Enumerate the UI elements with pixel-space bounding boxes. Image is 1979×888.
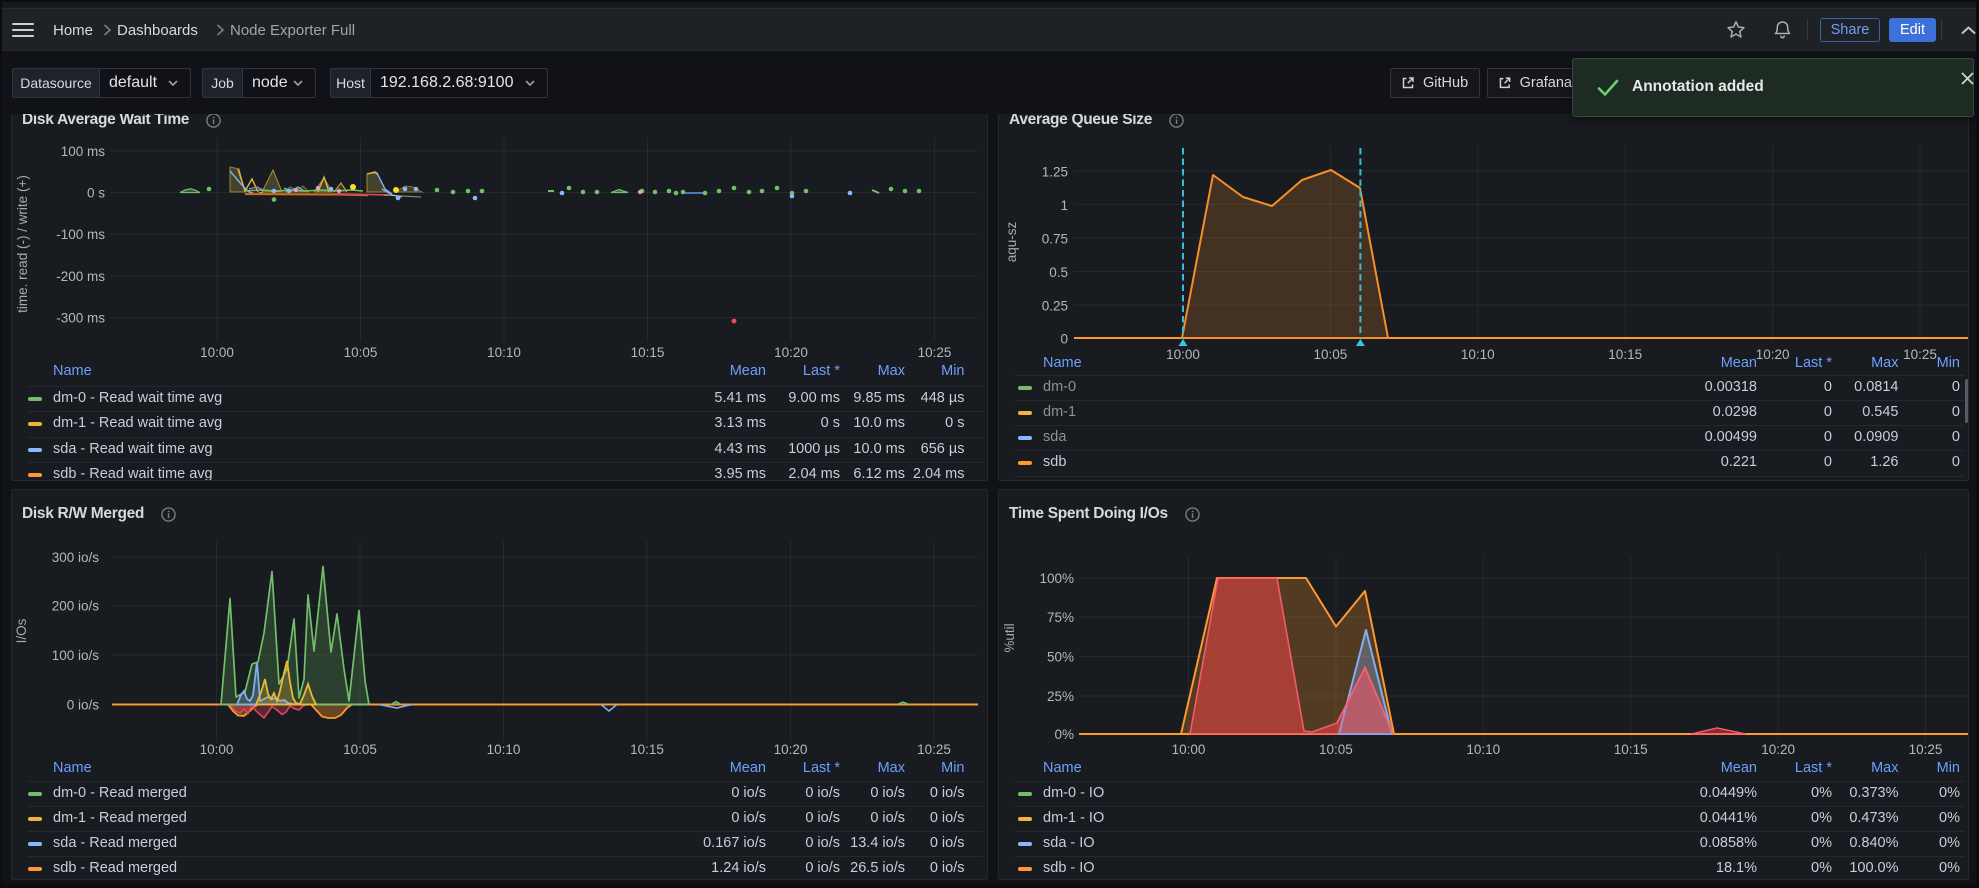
svg-text:100 ms: 100 ms (61, 144, 106, 159)
svg-text:0 s: 0 s (87, 186, 105, 201)
svg-text:0%: 0% (1054, 727, 1074, 742)
svg-text:10:00: 10:00 (200, 345, 234, 360)
svg-text:-200 ms: -200 ms (56, 269, 105, 284)
svg-text:-100 ms: -100 ms (56, 227, 105, 242)
svg-text:I/Os: I/Os (14, 618, 29, 643)
svg-text:10:00: 10:00 (1172, 742, 1206, 757)
svg-text:200 io/s: 200 io/s (52, 599, 100, 614)
svg-text:%util: %util (1002, 623, 1017, 652)
svg-text:25%: 25% (1047, 689, 1074, 704)
svg-text:10:10: 10:10 (487, 742, 521, 757)
svg-text:10:05: 10:05 (344, 345, 378, 360)
svg-text:0 io/s: 0 io/s (67, 698, 100, 713)
svg-text:10:05: 10:05 (343, 742, 377, 757)
svg-text:10:20: 10:20 (774, 742, 808, 757)
svg-text:75%: 75% (1047, 610, 1074, 625)
svg-text:10:20: 10:20 (1761, 742, 1795, 757)
svg-text:10:25: 10:25 (917, 742, 951, 757)
svg-text:-300 ms: -300 ms (56, 311, 105, 326)
svg-text:1.25: 1.25 (1042, 165, 1068, 180)
svg-text:time. read (-) / write (+): time. read (-) / write (+) (15, 175, 30, 313)
svg-text:300 io/s: 300 io/s (52, 550, 100, 565)
svg-text:aqu-sz: aqu-sz (1004, 221, 1019, 262)
svg-text:10:05: 10:05 (1319, 742, 1353, 757)
svg-text:10:00: 10:00 (200, 742, 234, 757)
svg-text:0.75: 0.75 (1042, 232, 1068, 247)
svg-text:10:10: 10:10 (1466, 742, 1500, 757)
svg-text:100 io/s: 100 io/s (52, 648, 100, 663)
svg-text:10:15: 10:15 (631, 345, 665, 360)
svg-text:10:25: 10:25 (918, 345, 952, 360)
svg-text:10:20: 10:20 (774, 345, 808, 360)
svg-text:100%: 100% (1039, 571, 1074, 586)
svg-text:10:10: 10:10 (487, 345, 521, 360)
svg-text:0.5: 0.5 (1049, 265, 1068, 280)
svg-text:10:25: 10:25 (1909, 742, 1943, 757)
svg-text:1: 1 (1060, 198, 1068, 213)
svg-text:0.25: 0.25 (1042, 299, 1068, 314)
svg-text:0: 0 (1060, 332, 1068, 347)
svg-text:50%: 50% (1047, 650, 1074, 665)
svg-text:10:15: 10:15 (1614, 742, 1648, 757)
svg-text:10:15: 10:15 (630, 742, 664, 757)
